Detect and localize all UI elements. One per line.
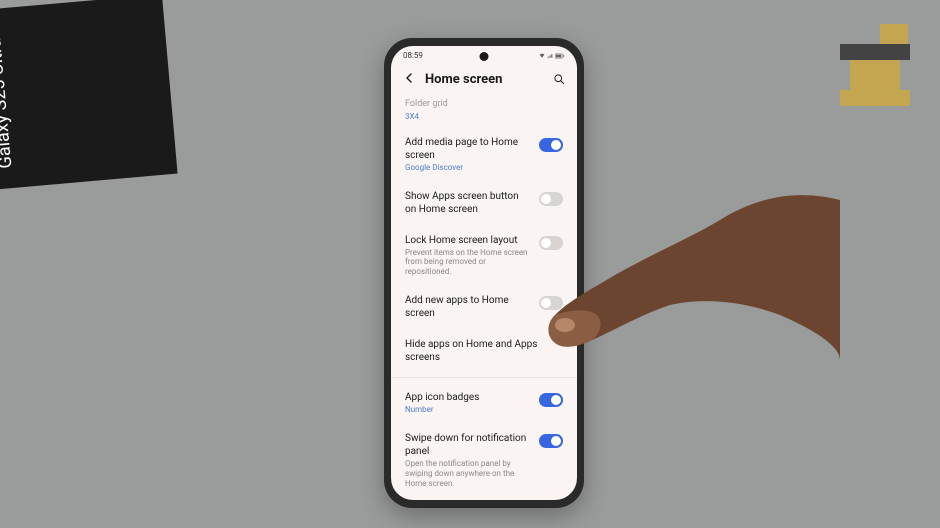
section-divider: [391, 377, 577, 378]
phone-screen: 08:59 Home screen Folder grid 3X4: [391, 46, 577, 500]
toggle-add-new-apps[interactable]: [539, 296, 563, 310]
search-icon[interactable]: [553, 70, 565, 89]
toggle-show-apps-button[interactable]: [539, 192, 563, 206]
setting-desc: Prevent items on the Home screen from be…: [405, 248, 531, 277]
toggle-swipe-down[interactable]: [539, 434, 563, 448]
setting-title: Folder grid: [405, 99, 563, 111]
camera-hole: [480, 52, 489, 61]
page-title: Home screen: [425, 72, 543, 87]
setting-add-new-apps[interactable]: Add new apps to Home screen: [405, 285, 563, 329]
setting-desc: Open the notification panel by swiping d…: [405, 459, 531, 488]
setting-rotate-landscape[interactable]: Rotate to landscape mode: [405, 497, 563, 500]
toggle-icon-badges[interactable]: [539, 393, 563, 407]
setting-title: Add media page to Home screen: [405, 136, 531, 162]
back-icon[interactable]: [403, 72, 415, 88]
setting-value: 3X4: [405, 112, 563, 121]
setting-hide-apps[interactable]: Hide apps on Home and Apps screens: [405, 329, 563, 373]
signal-icon: [547, 53, 553, 59]
setting-icon-badges[interactable]: App icon badges Number: [405, 382, 563, 423]
product-box: Galaxy S25 Ultra: [0, 0, 178, 191]
setting-value: Google Discover: [405, 163, 531, 172]
settings-header: Home screen: [391, 62, 577, 99]
setting-swipe-down[interactable]: Swipe down for notification panel Open t…: [405, 423, 563, 497]
background-object: [840, 24, 930, 124]
setting-folder-grid[interactable]: Folder grid 3X4: [405, 99, 563, 127]
setting-title: Hide apps on Home and Apps screens: [405, 338, 563, 364]
setting-title: Add new apps to Home screen: [405, 294, 531, 320]
status-icons: [539, 53, 565, 59]
setting-media-page[interactable]: Add media page to Home screen Google Dis…: [405, 127, 563, 181]
wifi-icon: [539, 53, 545, 59]
product-box-label: Galaxy S25 Ultra: [0, 37, 16, 169]
setting-title: Show Apps screen button on Home screen: [405, 190, 531, 216]
settings-list[interactable]: Folder grid 3X4 Add media page to Home s…: [391, 99, 577, 500]
toggle-lock-layout[interactable]: [539, 236, 563, 250]
setting-value: Number: [405, 405, 531, 414]
phone-frame: 08:59 Home screen Folder grid 3X4: [384, 38, 584, 508]
setting-title: Lock Home screen layout: [405, 234, 531, 247]
setting-title: Swipe down for notification panel: [405, 432, 531, 458]
setting-title: App icon badges: [405, 391, 531, 404]
battery-icon: [555, 53, 565, 59]
status-time: 08:59: [403, 51, 423, 60]
setting-lock-layout[interactable]: Lock Home screen layout Prevent items on…: [405, 225, 563, 286]
toggle-media-page[interactable]: [539, 138, 563, 152]
setting-show-apps-button[interactable]: Show Apps screen button on Home screen: [405, 181, 563, 225]
